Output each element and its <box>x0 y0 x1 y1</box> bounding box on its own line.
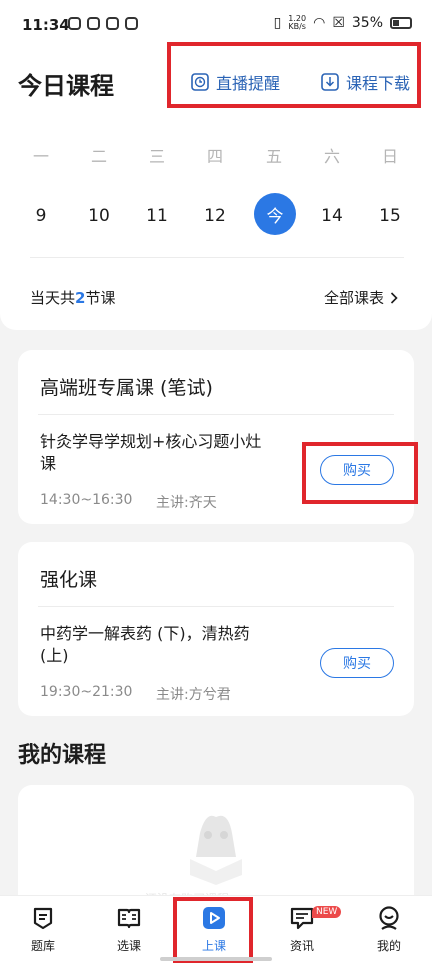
lesson-count-number: 2 <box>75 289 86 307</box>
date-today[interactable]: 今 <box>254 193 296 235</box>
app-notification-icon <box>106 17 119 30</box>
weekday-sun: 日 <box>381 147 398 166</box>
divider <box>38 414 394 415</box>
home-indicator <box>160 957 272 961</box>
all-schedule-link[interactable]: 全部课表 <box>324 287 398 308</box>
tiktok-icon <box>87 17 100 30</box>
my-courses-title: 我的课程 <box>18 743 107 768</box>
lesson-name[interactable]: 针灸学导学规划+核心习题小灶 课 <box>40 431 292 475</box>
date-cell[interactable]: 9 <box>21 206 61 226</box>
lesson-time: 19:30~21:30 <box>40 684 133 700</box>
course-card-title: 高端班专属课 (笔试) <box>40 377 213 399</box>
weekday-thu: 四 <box>206 147 223 166</box>
page-title: 今日课程 <box>18 72 114 100</box>
course-download-button[interactable]: 课程下载 <box>320 70 410 94</box>
net-speed: 1.20 KB/s <box>288 14 307 31</box>
date-cell[interactable]: 14 <box>312 206 352 226</box>
weekday-wed: 三 <box>148 147 165 166</box>
battery-icon <box>390 17 412 29</box>
empty-state-illustration-icon <box>190 815 242 885</box>
weekday-fri: 五 <box>265 147 282 166</box>
battery-percent: 35% <box>351 15 383 31</box>
wechat-icon <box>125 17 138 30</box>
course-download-label: 课程下载 <box>346 74 411 93</box>
lesson-time: 14:30~16:30 <box>40 492 133 508</box>
lesson-teacher: 主讲:方兮君 <box>156 687 231 703</box>
status-time: 11:34 <box>22 16 70 34</box>
download-icon <box>321 73 339 91</box>
buy-button[interactable]: 购买 <box>320 455 394 485</box>
nav-select-course[interactable]: 选课 <box>99 905 159 954</box>
weekday-sat: 六 <box>323 147 340 166</box>
divider <box>38 606 394 607</box>
app-notification-icon <box>68 17 81 30</box>
chat-icon <box>290 907 314 930</box>
clock-icon <box>191 73 209 91</box>
new-badge: NEW <box>312 906 342 918</box>
open-book-icon <box>117 908 141 929</box>
date-cell[interactable]: 11 <box>137 206 177 226</box>
live-reminder-button[interactable]: 直播提醒 <box>190 70 280 94</box>
weekday-mon: 一 <box>32 147 49 166</box>
nav-profile[interactable]: 我的 <box>359 905 419 954</box>
date-cell[interactable]: 10 <box>79 206 119 226</box>
all-schedule-label: 全部课表 <box>323 289 384 307</box>
profile-icon <box>379 906 399 930</box>
weekday-tue: 二 <box>90 147 107 166</box>
status-app-icons <box>68 17 138 30</box>
wifi-icon: ◠ <box>313 15 326 31</box>
chevron-right-icon <box>390 291 398 304</box>
course-card-title: 强化课 <box>40 569 98 591</box>
vibrate-icon: ▯ <box>273 15 282 31</box>
date-cell[interactable]: 15 <box>370 206 410 226</box>
buy-button[interactable]: 购买 <box>320 648 394 678</box>
lesson-count: 当天共2节课 <box>30 289 116 307</box>
play-icon <box>203 907 225 929</box>
no-sim-icon: ☒ <box>332 15 345 31</box>
lesson-name[interactable]: 中药学一解表药 (下)，清热药 (上) <box>40 623 292 667</box>
question-bank-icon <box>33 907 53 930</box>
lesson-teacher: 主讲:齐天 <box>156 495 217 511</box>
live-reminder-label: 直播提醒 <box>216 74 281 93</box>
course-card: 强化课 中药学一解表药 (下)，清热药 (上) 19:30~21:30 主讲:方… <box>18 542 414 716</box>
nav-question-bank[interactable]: 题库 <box>13 905 73 954</box>
nav-class[interactable]: 上课 <box>184 905 244 954</box>
date-cell[interactable]: 12 <box>195 206 235 226</box>
status-right: ▯ 1.20 KB/s ◠ ☒ 35% <box>274 15 412 31</box>
divider <box>30 257 404 258</box>
